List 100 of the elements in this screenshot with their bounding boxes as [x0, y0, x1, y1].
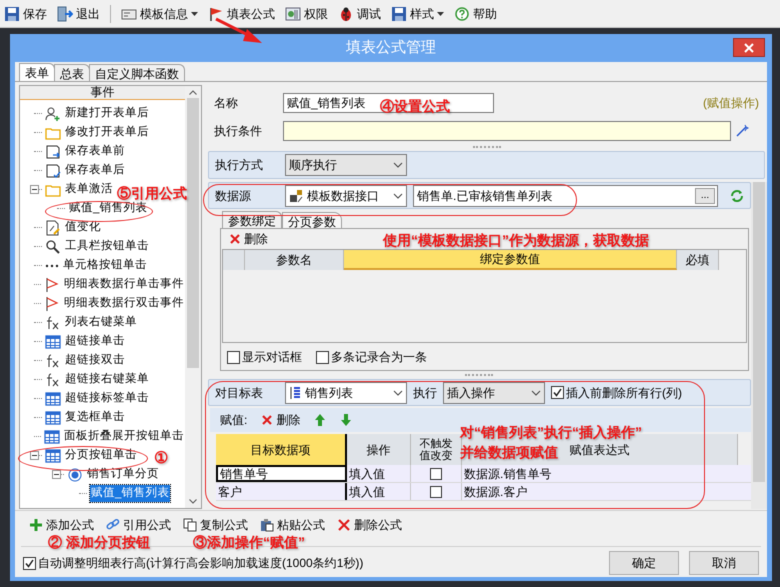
toolbar-button[interactable]: 帮助 — [454, 2, 497, 24]
dropdown[interactable]: 模板数据接口 — [285, 184, 407, 206]
scroll-up-icon[interactable] — [189, 90, 197, 95]
chevron-down-icon — [393, 192, 403, 198]
tree-item[interactable]: 赋值_销售列表 — [68, 200, 148, 218]
expander-icon[interactable] — [30, 451, 39, 460]
tree-item[interactable]: 单元格按钮单击 — [62, 256, 148, 274]
tab[interactable]: 总表 — [54, 64, 90, 81]
column-header[interactable]: 参数名 — [245, 250, 344, 270]
flag-outline-icon — [44, 276, 60, 292]
tab[interactable]: 参数绑定 — [222, 211, 282, 228]
row-header — [223, 250, 245, 270]
tree-item[interactable]: 超链接单击 — [64, 332, 126, 350]
tree-item[interactable]: 明细表数据行单击事件 — [63, 276, 185, 294]
tab[interactable]: 自定义脚本函数 — [89, 64, 185, 81]
tree-header: 事件 — [20, 86, 185, 100]
condition-field[interactable] — [283, 121, 731, 141]
tree-item[interactable]: 列表右键菜单 — [64, 314, 138, 332]
close-button[interactable] — [733, 38, 765, 57]
tab[interactable]: 分页参数 — [282, 212, 342, 228]
dialog-button[interactable]: 确定 — [609, 551, 679, 575]
move-down-button[interactable] — [340, 413, 352, 427]
tree-item[interactable]: 超链接右键菜单 — [64, 370, 150, 388]
tree-item[interactable]: 保存表单前 — [64, 142, 126, 160]
table-cell-text: 数据源.客户 — [463, 484, 528, 500]
toolbar-button[interactable]: 样式 — [391, 2, 444, 24]
chevron-down-icon — [393, 390, 403, 396]
tree-item[interactable]: 超链接标签单击 — [64, 390, 150, 408]
tab[interactable]: 表单 — [19, 63, 55, 81]
scrollbar[interactable] — [751, 182, 767, 509]
dropdown[interactable]: 销售列表 — [285, 382, 407, 404]
tree-item[interactable]: 明细表数据行双击事件 — [63, 294, 185, 312]
table-cell[interactable]: 客户 — [216, 483, 347, 500]
delete-button[interactable]: 删除 — [261, 411, 300, 429]
tree-item[interactable]: 超链接双击 — [64, 352, 126, 370]
toolbar-button[interactable]: 引用公式 — [106, 516, 171, 534]
refresh-button[interactable] — [730, 188, 744, 202]
arrow-down-icon — [340, 413, 352, 427]
tree-item[interactable]: 分页按钮单击 — [64, 446, 138, 464]
checkbox[interactable]: 显示对话框 — [227, 348, 302, 366]
checkbox[interactable]: 自动调整明细表行高(计算行高会影响加载速度(1000条约1秒)) — [23, 554, 364, 572]
toolbar-button[interactable]: 退出 — [57, 2, 100, 24]
tree-item[interactable]: 赋值_销售列表 — [90, 484, 170, 502]
close-icon — [229, 233, 241, 245]
expander-icon[interactable] — [52, 470, 61, 479]
table-icon — [45, 390, 61, 406]
annotation-text: ③添加操作“赋值” — [193, 533, 305, 551]
toolbar-button[interactable]: 复制公式 — [183, 516, 248, 534]
table-cell: 填入值 — [347, 465, 411, 482]
toolbar-button[interactable]: 模板信息 — [121, 2, 198, 24]
dialog-title: 填表公式管理 — [346, 38, 436, 58]
checkbox[interactable] — [430, 486, 442, 498]
dropdown[interactable]: 顺序执行 — [285, 154, 407, 176]
tree-item[interactable]: 表单激活 — [64, 180, 114, 198]
checkbox[interactable] — [430, 468, 442, 480]
scroll-down-icon[interactable] — [189, 499, 197, 504]
toolbar-button[interactable]: 保存 — [4, 2, 47, 24]
tree-item[interactable]: 值变化 — [64, 218, 102, 236]
close-icon — [744, 42, 754, 52]
field-label: 数据源 — [215, 188, 252, 204]
toolbar-button[interactable]: 填表公式 — [208, 2, 275, 24]
grid-person-icon — [285, 6, 301, 22]
toolbar-button[interactable]: 粘贴公式 — [260, 516, 325, 534]
function-icon — [45, 314, 61, 330]
table-cell: 填入值 — [347, 483, 411, 500]
field-label: 执行条件 — [214, 123, 263, 140]
person-plus-icon — [45, 106, 61, 122]
scrollbar[interactable] — [185, 86, 201, 508]
toolbar-button[interactable]: 调试 — [338, 2, 381, 24]
toolbar-button[interactable]: 添加公式 — [29, 516, 94, 534]
table-cell-text: 数据源.销售单号 — [463, 466, 552, 482]
tree-item[interactable]: 新建打开表单后 — [64, 104, 150, 122]
wand-button[interactable] — [735, 124, 749, 138]
toolbar-button[interactable]: 权限 — [285, 2, 328, 24]
copy-icon — [183, 518, 197, 532]
interface-icon — [289, 188, 303, 202]
table-cell[interactable]: 销售单号 — [216, 465, 347, 482]
flag-icon — [208, 6, 224, 22]
field-label: 执行方式 — [215, 157, 264, 174]
checkbox[interactable]: 插入前删除所有行(列) — [551, 384, 682, 402]
tree-item[interactable]: 销售订单分页 — [86, 466, 160, 484]
tree-item[interactable]: 面板折叠展开按钮单击 — [63, 428, 185, 446]
tree-item[interactable]: 修改打开表单后 — [64, 124, 150, 142]
tree-item[interactable]: 工具栏按钮单击 — [64, 238, 150, 256]
move-up-button[interactable] — [314, 413, 326, 427]
column-header[interactable]: 目标数据项 — [216, 434, 347, 465]
checkbox[interactable]: 多条记录合为一条 — [316, 348, 427, 366]
delete-button[interactable]: 删除 — [229, 230, 268, 248]
column-header[interactable]: 必填 — [677, 250, 719, 270]
dialog-button[interactable]: 取消 — [689, 551, 759, 575]
expander-icon[interactable] — [30, 185, 39, 194]
column-header[interactable]: 绑定参数值 — [344, 250, 677, 270]
dropdown[interactable]: 插入操作 — [443, 382, 545, 404]
disk-check-icon — [45, 162, 61, 178]
toolbar-button[interactable]: 删除公式 — [337, 516, 402, 534]
tree-item[interactable]: 保存表单后 — [64, 162, 126, 180]
column-header[interactable]: 操作 — [347, 434, 411, 465]
plus-icon — [29, 518, 43, 532]
table-icon — [45, 334, 61, 350]
tree-item[interactable]: 复选框单击 — [64, 408, 126, 426]
